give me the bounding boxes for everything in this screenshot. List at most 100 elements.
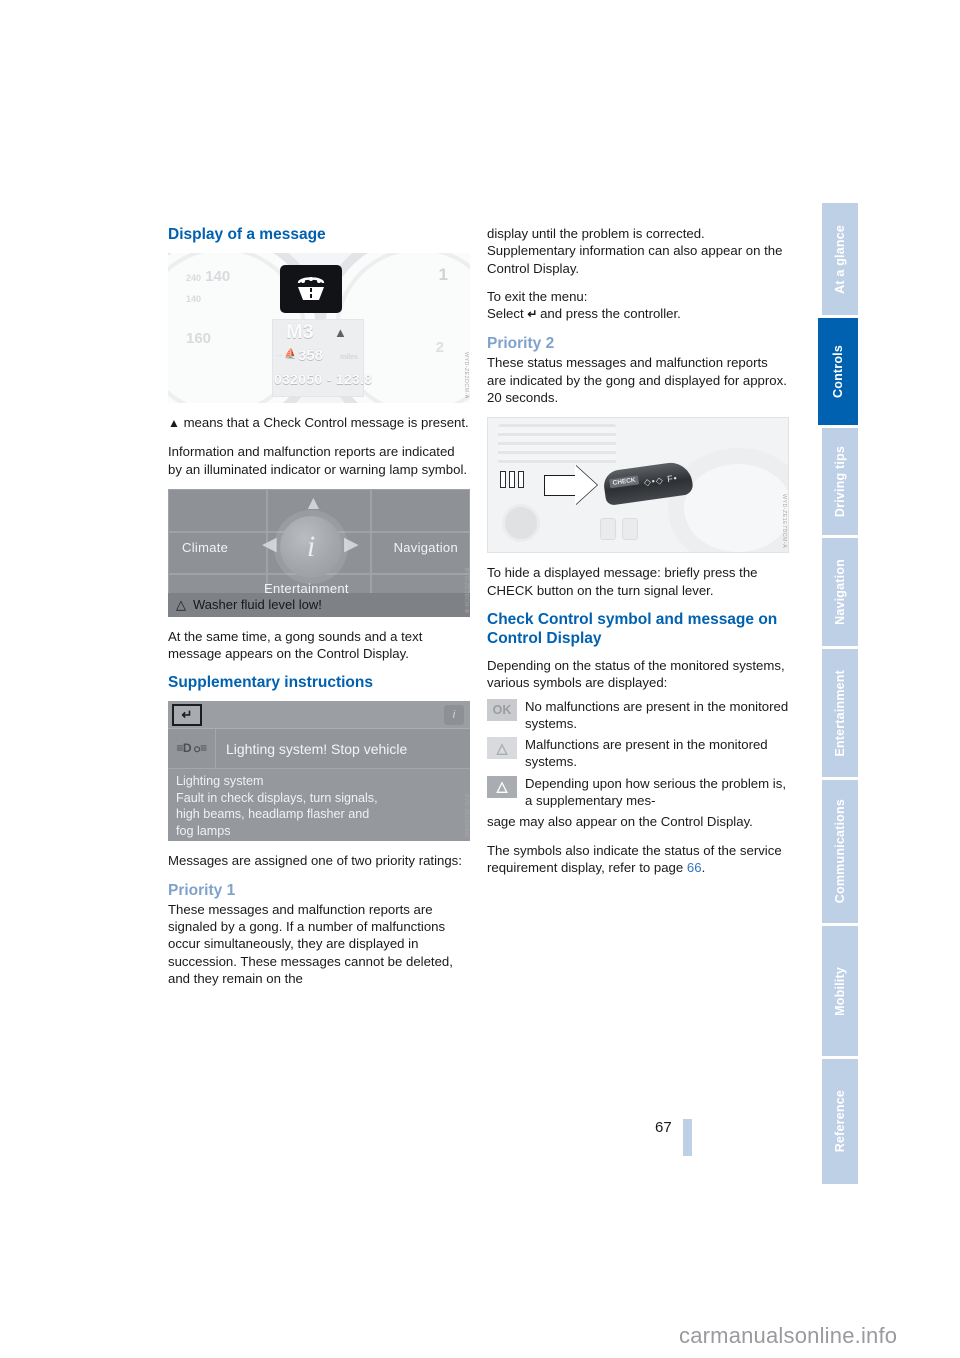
page-reference-link[interactable]: 66 [687,860,702,875]
page-number: 67 [655,1119,672,1136]
paragraph-hide-displayed-message: To hide a displayed message: briefly pre… [487,565,758,598]
figure-idrive-main-menu: ▲ ▼ ◀ ▶ i Climate Navigation Entertainme… [168,488,470,617]
sidebar-item-label: At a glance [833,224,847,294]
speed-tick-140b: 140 [186,294,202,304]
sidebar-item-communications[interactable]: Communications [822,780,858,923]
info-icon: i [280,515,342,578]
button [600,518,616,541]
symbol-row-serious: △ Depending upon how serious the problem… [487,775,789,810]
back-arrow-icon: ↵ [527,307,537,322]
steering-wheel-buttons [600,518,638,541]
tach-tick-2: 2 [435,339,444,356]
figure-code: BYD-ZE5DABW [463,794,469,838]
sidebar-item-entertainment[interactable]: Entertainment [822,649,858,777]
figure-turn-signal-lever: CHECK ◇•◇ F• WYD-ZE1E7DCM-A [487,417,789,554]
washer-fluid-warning-lamp [280,265,342,313]
odometer-reading: 032050 - 123.8 [274,371,373,387]
subheading-priority-2: Priority 2 [487,335,555,353]
detail-line: fog lamps [176,823,231,838]
subheading-priority-1: Priority 1 [168,881,236,899]
detail-line: Fault in check displays, turn signals, [176,790,378,805]
paragraph-gong-and-text-message: At the same time, a gong sounds and a te… [168,628,423,662]
sidebar-item-label: Navigation [833,559,847,625]
paragraph-info-and-malfunction: Information and malfunction reports are … [168,444,468,477]
paragraph-text: means that a Check Control message is pr… [183,415,469,430]
warning-triangle-icon: △ [176,596,186,612]
symbol-row-ok: OK No malfunctions are present in the mo… [487,698,789,733]
sidebar-item-label: Communications [833,799,847,904]
lighting-system-icon: ≡D ဝ≡ [168,729,216,769]
chevron-left-icon: ◀ [262,533,277,555]
gear-indicator: M3 [286,321,314,343]
paragraph-check-control-present: ▲ means that a Check Control message is … [168,414,470,432]
arrow-shaft [544,475,578,497]
figure-instrument-cluster: 240 140 140 160 1 2 M3 ▲ →⛵ 358 miles 03… [168,253,470,403]
callout-bar [518,471,524,489]
light-switch-knob [502,504,540,543]
exit-menu-label: To exit the menu: [487,288,588,304]
arrow-head [575,465,597,506]
detail-line: Lighting system [176,774,264,789]
paragraph-service-requirement-reference: The symbols also indicate the status of … [487,842,789,877]
steering-wheel-rim [668,448,788,553]
dashboard-vent [498,424,616,465]
fuel-range-icon: →⛵ [274,349,297,360]
sidebar-item-driving-tips[interactable]: Driving tips [822,428,858,535]
section-heading-display-of-a-message: Display of a message [168,226,326,243]
right-text-column: display until the problem is corrected. … [487,225,789,887]
menu-item-navigation: Navigation [393,539,458,555]
ok-status-icon: OK [487,698,517,721]
speedometer-tick-labels: 240 140 140 160 [186,267,230,349]
figure-code: BYD-ZE3DCM-B [463,567,469,613]
sidebar-item-label: Driving tips [833,445,847,518]
section-heading-supplementary-instructions: Supplementary instructions [168,674,373,692]
watermark: carmanualsonline.info [679,1323,898,1348]
back-arrow-icon: ↵ [172,703,202,726]
callout-bar [509,471,515,489]
select-label: Select [487,306,524,322]
sidebar-item-navigation[interactable]: Navigation [822,538,858,646]
check-control-warning-triangle-icon: ▲ [334,325,347,340]
sidebar-item-label: Reference [833,1090,847,1153]
sidebar-item-label: Entertainment [833,669,847,757]
tach-tick-1: 1 [438,265,448,284]
range-value: 358 [298,347,324,364]
symbol-description: No malfunctions are present in the monit… [525,698,789,731]
paragraph-priority-2-description: These status messages and malfunction re… [487,355,787,406]
check-button-label: CHECK [609,475,640,489]
speed-tick-240: 240 [186,273,202,283]
paragraph-various-symbols: Depending on the status of the monitored… [487,657,785,691]
sidebar-item-label: Controls [831,345,845,398]
symbol-description: Depending upon how serious the problem i… [525,775,786,809]
press-controller-label: and press the controller. [540,306,681,322]
sidebar-item-mobility[interactable]: Mobility [822,926,858,1056]
paragraph-priority-1-description: These messages and malfunction reports a… [168,901,453,986]
manual-page: At a glance Controls Driving tips Naviga… [0,0,960,1358]
paragraph-priority-ratings: Messages are assigned one of two priorit… [168,853,462,869]
paragraph-supplementary-message-continued: sage may also appear on the Control Disp… [487,814,753,830]
symbol-description: Malfunctions are present in the monitore… [525,737,768,770]
sidebar-item-controls[interactable]: Controls [818,318,858,425]
warning-triangle-icon: ▲ [168,416,180,430]
control-display-message-row: ≡D ဝ≡ Lighting system! Stop vehicle [168,729,470,770]
chevron-right-icon: ▶ [344,533,359,555]
speed-tick-160: 160 [186,330,212,347]
paragraph-exit-the-menu: To exit the menu: Select ↵ and press the… [487,288,789,324]
left-text-column: Display of a message 240 140 140 160 1 2 [168,225,470,998]
control-display-message-detail: Lighting system Fault in check displays,… [176,773,464,839]
figure-code: WYD-ZE1E7DCM-A [781,494,787,549]
section-heading-check-control-symbol: Check Control symbol and message on Cont… [487,610,778,647]
figure-code: WYD-ZE2DCM-A [463,352,469,399]
grid-cell [168,488,268,532]
status-message-bar: △ Washer fluid level low! [168,592,470,617]
grid-cell [370,488,470,532]
button [622,518,638,541]
sidebar-item-at-a-glance[interactable]: At a glance [822,203,858,315]
page-number-bar [683,1119,692,1156]
paragraph-continued-priority-1: display until the problem is corrected. … [487,226,783,276]
sidebar-item-reference[interactable]: Reference [822,1059,858,1184]
callout-bar [500,471,506,489]
range-unit: miles [340,354,358,361]
sidebar-item-label: Mobility [833,966,847,1016]
warning-triangle-light-icon: △ [487,737,517,760]
